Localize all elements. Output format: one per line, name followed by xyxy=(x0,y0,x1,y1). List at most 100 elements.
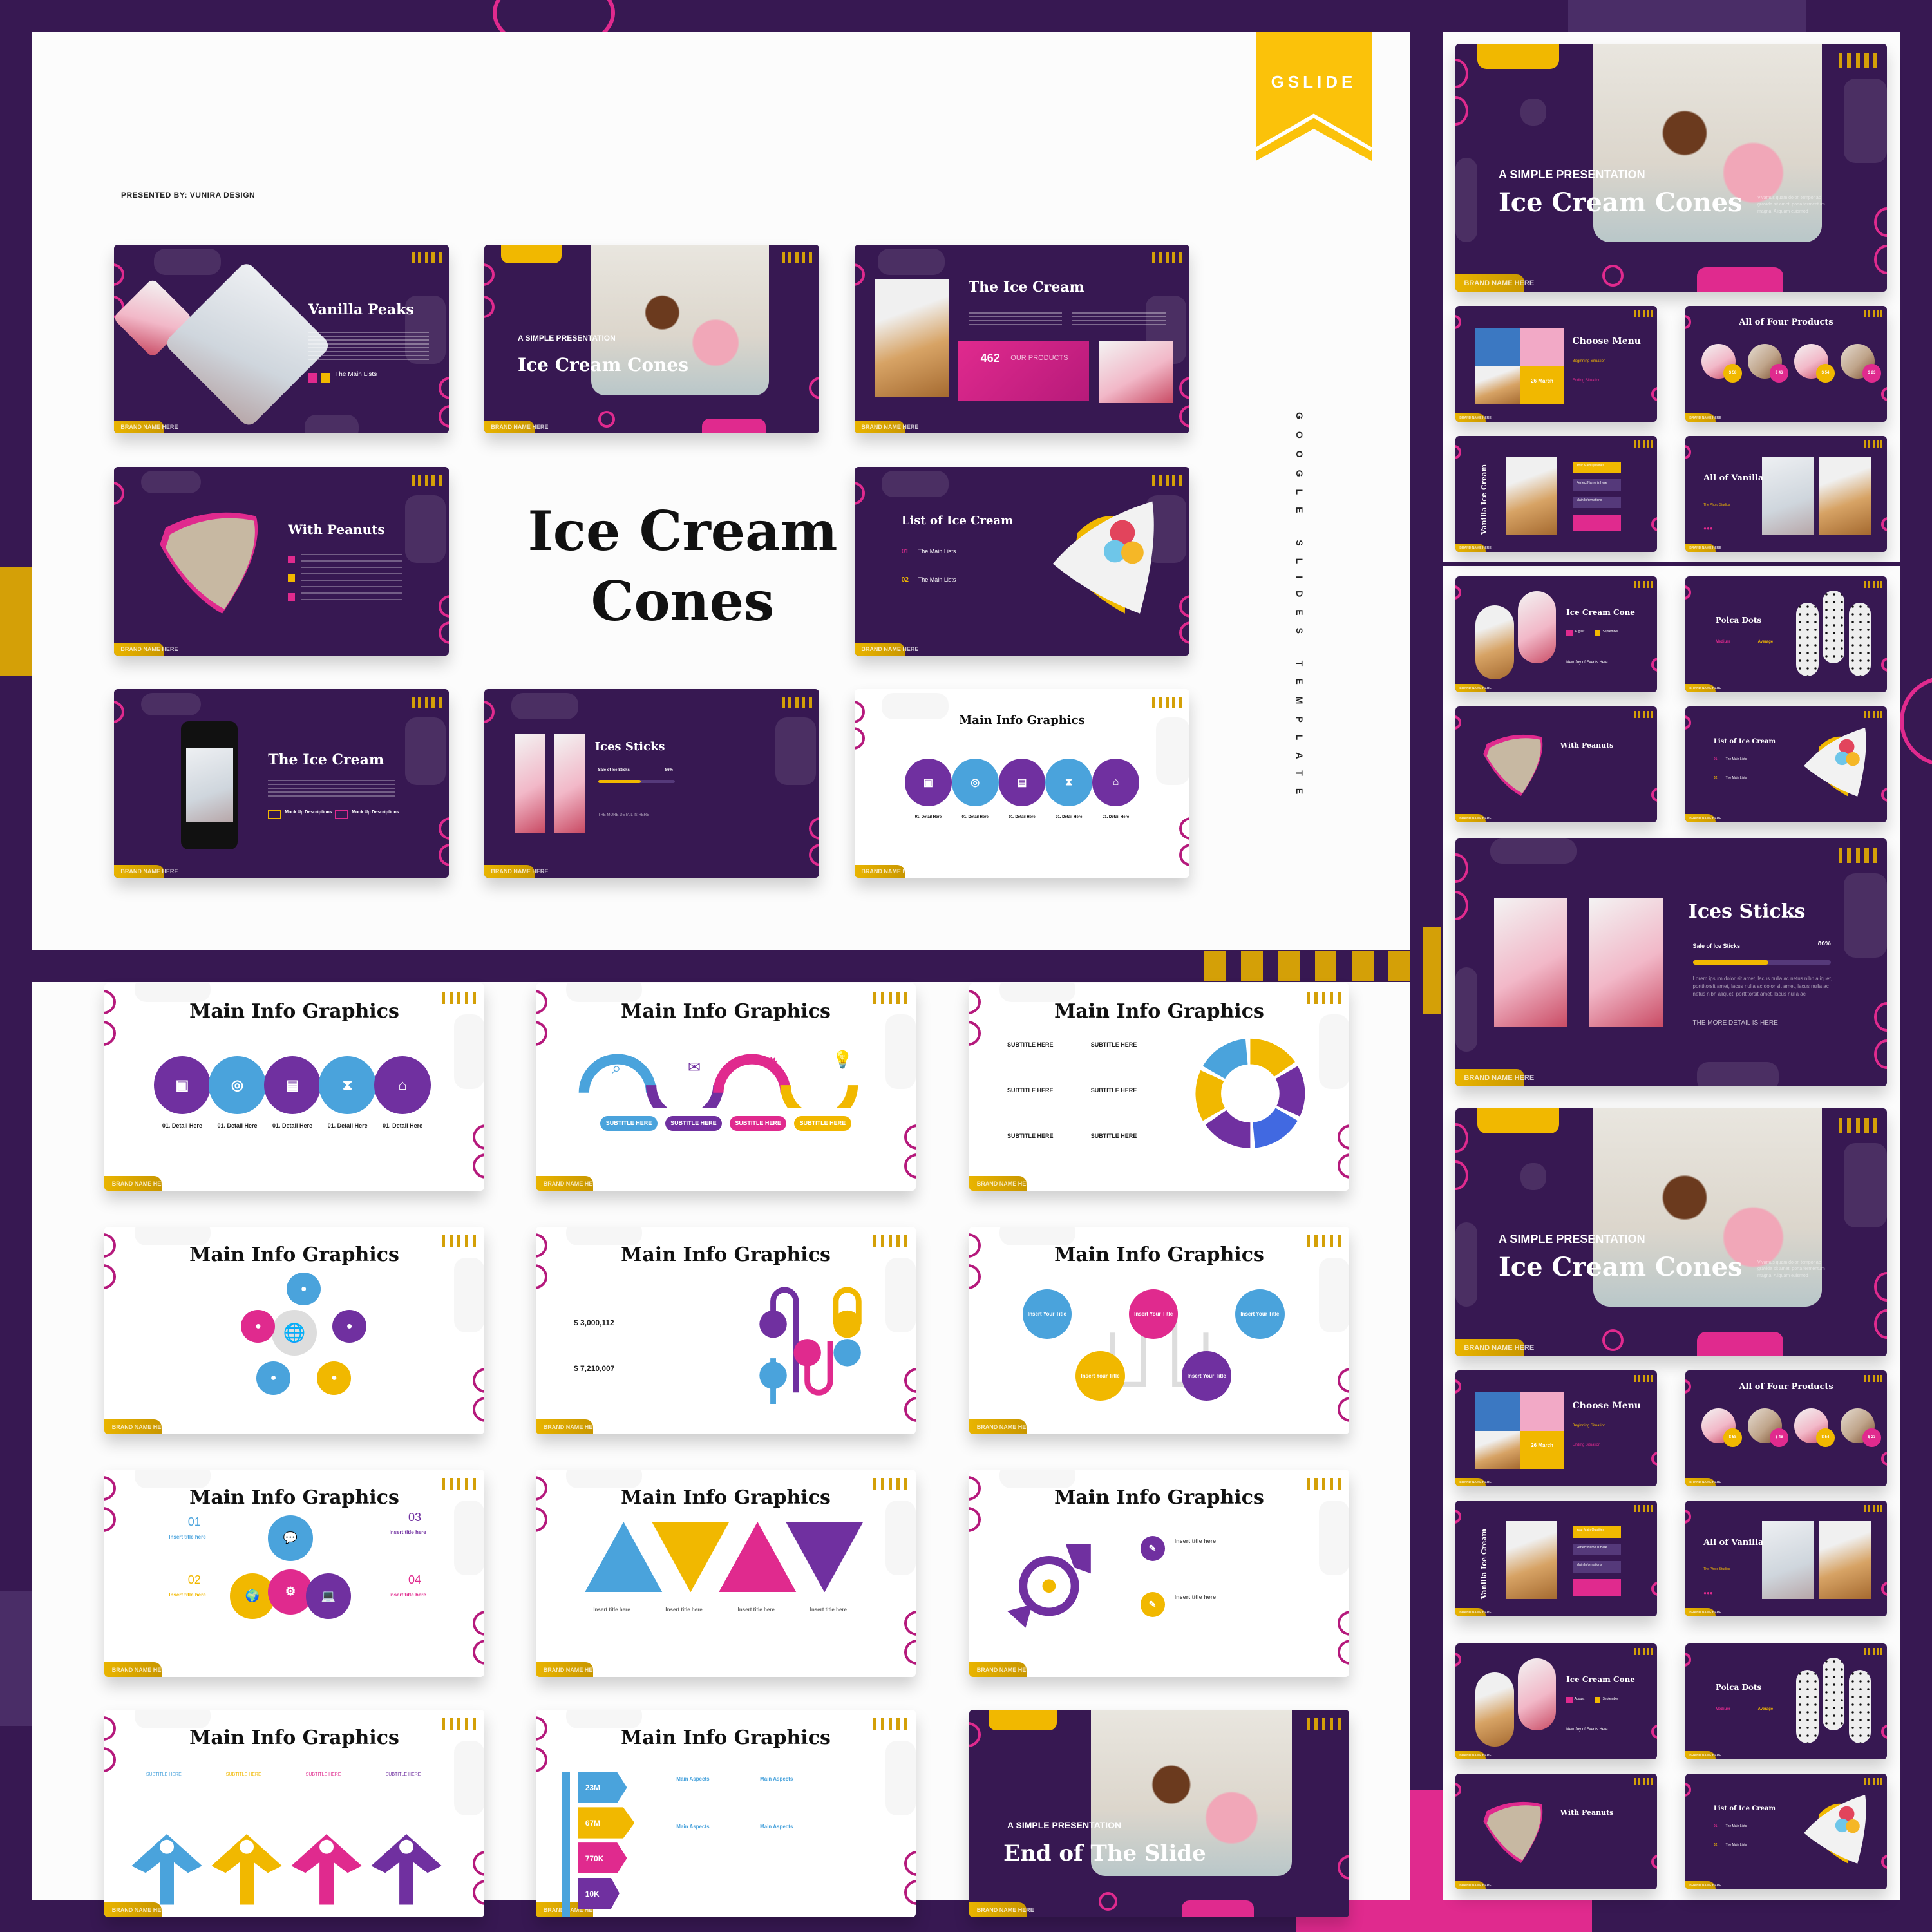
right-slide-list-of-ice-cream[interactable]: List of Ice Cream 01 The Main Lists 02 T… xyxy=(1685,706,1887,822)
right-slide-vanilla-ice-cream[interactable]: Vanilla Ice Cream Your Main Qualities Pe… xyxy=(1455,1501,1657,1616)
slide-ices-sticks-small[interactable]: Ices Sticks Sale of Ice Sticks 86% THE M… xyxy=(484,689,819,878)
right-slide-ice-cream-cone[interactable]: Ice Cream Cone August September New Joy … xyxy=(1455,576,1657,692)
photo-diamond-large xyxy=(164,260,332,429)
option-button[interactable]: Perfect Name is Here xyxy=(1572,478,1621,491)
list-label: The Main Lists xyxy=(1725,1824,1747,1829)
progress-label: Sale of Ice Sticks xyxy=(1692,942,1741,949)
brand-tag: BRAND NAME HERE xyxy=(1455,413,1492,422)
triangle-label: Insert title here xyxy=(593,1606,630,1613)
slide-the-ice-cream-stats[interactable]: The Ice Cream 462 OUR PRODUCTS BRAND NAM… xyxy=(855,245,1189,433)
slide-title: With Peanuts xyxy=(1560,1808,1614,1817)
option-button[interactable]: Your Main Qualities xyxy=(1572,1526,1621,1538)
option-button[interactable]: Perfect Name is Here xyxy=(1572,1543,1621,1555)
slide-main-info-graphics[interactable]: BRAND NAME HERE Main Info Graphics SUBTITL… xyxy=(104,1710,484,1917)
slide-ice-cream-cones[interactable]: A SIMPLE PRESENTATION Ice Cream Cones BR… xyxy=(484,245,819,433)
right-slide-four-products[interactable]: All of Four Products $ 58 $ 46 $ 54 $ 23… xyxy=(1685,1370,1887,1486)
right-slide-polca-dots[interactable]: Polca Dots Medium Average BRAND NAME HER… xyxy=(1685,1643,1887,1759)
photo-cone xyxy=(875,278,949,398)
list-num: 01 xyxy=(901,547,909,555)
subtitle-label: SUBTITLE HERE xyxy=(385,1772,421,1777)
right-slide-with-peanuts[interactable]: With Peanuts BRAND NAME HERE xyxy=(1455,1774,1657,1889)
brand-tag: BRAND NAME HERE xyxy=(536,1419,601,1434)
slide-title: Ice Cream Cone xyxy=(1566,1674,1635,1684)
brand-tag: BRAND NAME HERE xyxy=(1685,1608,1721,1616)
slide-title: All of Four Products xyxy=(1739,1382,1833,1392)
slide-main-info-graphics[interactable]: BRAND NAME HERE Main Info Graphics $ 3,000… xyxy=(536,1227,916,1434)
brand-tag: BRAND NAME HERE xyxy=(104,1419,169,1434)
bg-blob-left xyxy=(0,1591,32,1726)
right-slide-all-of-vanilla[interactable]: All of Vanilla The Photo Studios ●●● BRA… xyxy=(1685,436,1887,552)
slide-title: All of Four Products xyxy=(1739,317,1833,327)
bubble: Insert Your Title xyxy=(1128,1289,1179,1339)
slide-main-info-graphics[interactable]: BRAND NAME HERE Main Info Graphics Insert … xyxy=(969,1227,1349,1434)
slide-list-of-ice-cream[interactable]: List of Ice Cream 01 The Main Lists 02 T… xyxy=(855,467,1189,656)
list-num: 02 xyxy=(901,576,909,583)
right-slide-cover[interactable]: A SIMPLE PRESENTATION Ice Cream Cones Vi… xyxy=(1455,44,1887,292)
legend-label: September xyxy=(1602,629,1618,634)
right-slide-list-of-ice-cream[interactable]: List of Ice Cream 01 The Main Lists 02 T… xyxy=(1685,1774,1887,1889)
triangle-label: Insert title here xyxy=(737,1606,775,1613)
subheading: The Photo Studios xyxy=(1703,503,1730,507)
bubble: Insert Your Title xyxy=(1235,1289,1285,1339)
slide-the-ice-cream-phone[interactable]: The Ice Cream Mock Up Descriptions Mock … xyxy=(114,689,449,878)
legend-label: Mock Up Descriptions xyxy=(285,810,332,815)
slide-main-info-graphics[interactable]: BRAND NAME HERE Main Info Graphics ⌕ ✉ ⚙ … xyxy=(536,983,916,1191)
subtitle-label: SUBTITLE HERE xyxy=(1090,1087,1137,1094)
subtitle-pill: SUBTITLE HERE xyxy=(600,1116,658,1131)
brand-tag: BRAND NAME HERE xyxy=(536,1662,601,1677)
globe-icon: 🌐 xyxy=(271,1309,317,1356)
slide-main-info-graphics[interactable]: BRAND NAME HERE Main Info Graphics 💬 🌍 ⚙ 💻 01 I… xyxy=(104,1470,484,1677)
right-slide-cover[interactable]: A SIMPLE PRESENTATION Ice Cream Cones Vi… xyxy=(1455,1108,1887,1356)
brand-tag: BRAND NAME HERE xyxy=(969,1176,1034,1191)
brand-tag: BRAND NAME HERE xyxy=(114,642,178,656)
brand-tag: BRAND NAME HERE xyxy=(1685,413,1721,422)
photo-ice-stick-1 xyxy=(514,734,545,833)
list-num: 02 xyxy=(1713,1843,1718,1847)
right-slide-vanilla-ice-cream[interactable]: Vanilla Ice Cream Your Main Qualities Pe… xyxy=(1455,436,1657,552)
right-slide-all-of-vanilla[interactable]: All of Vanilla The Photo Studios ●●● BRA… xyxy=(1685,1501,1887,1616)
slide-title: Ices Sticks xyxy=(1688,900,1806,923)
option-button[interactable]: Main Informations xyxy=(1572,1560,1621,1573)
aspect-label: Main Aspects xyxy=(676,1824,710,1830)
slide-end-of-slide[interactable]: A SIMPLE PRESENTATION End of The Slide B… xyxy=(969,1710,1349,1917)
option-button[interactable]: Main Informations xyxy=(1572,496,1621,508)
slide-main-info-graphics[interactable]: BRAND NAME HERE Main Info Graphics Insert… xyxy=(536,1470,916,1677)
subtitle-label: SUBTITLE HERE xyxy=(1090,1041,1137,1048)
right-slide-ice-cream-cone[interactable]: Ice Cream Cone August September New Joy … xyxy=(1455,1643,1657,1759)
slide-with-peanuts[interactable]: With Peanuts BRAND NAME HERE xyxy=(114,467,449,656)
brand-tag: BRAND NAME HERE xyxy=(536,1176,601,1191)
slide-main-info-graphics[interactable]: BRAND NAME HERE Main Info Graphics SUBTITL… xyxy=(969,983,1349,1191)
deco-bars xyxy=(1151,474,1182,486)
slide-title: With Peanuts xyxy=(1560,741,1614,750)
bg-pink-block-right xyxy=(1410,1790,1443,1868)
detail-label: 01. Detail Here xyxy=(1009,815,1036,820)
deco-bars xyxy=(1864,310,1883,317)
slide-main-info-circles-small[interactable]: Main Info Graphics ▣ ◎ ▤ ⧗ ⌂ 01. Detail … xyxy=(855,689,1189,878)
right-slide-choose-menu[interactable]: 26 March Choose Menu Beginning Situation… xyxy=(1455,306,1657,422)
arrow-up-icon xyxy=(211,1834,282,1905)
aspect-label: Main Aspects xyxy=(676,1776,710,1783)
deco-bars xyxy=(411,474,442,486)
detail-label: 01. Detail Here xyxy=(1102,815,1130,820)
right-slide-ices-sticks[interactable]: Ices Sticks Sale of Ice Sticks 86% Lorem… xyxy=(1455,838,1887,1086)
right-slide-choose-menu[interactable]: 26 March Choose Menu Beginning Situation… xyxy=(1455,1370,1657,1486)
bg-ring-right xyxy=(1900,676,1932,766)
list-label: The Main Lists xyxy=(335,371,377,379)
cover-blurb: Vivamus quam dolor, tempor ac gravida si… xyxy=(1757,1260,1825,1278)
slide-main-info-graphics[interactable]: BRAND NAME HERE Main Info Graphics 23M 67M 7… xyxy=(536,1710,916,1917)
brand-tag: BRAND NAME HERE xyxy=(1455,274,1534,292)
slide-main-info-graphics[interactable]: BRAND NAME HERE Main Info Graphics ▣ 01. D… xyxy=(104,983,484,1191)
slide-main-info-graphics[interactable]: BRAND NAME HERE Main Info Graphics ✎ Inser… xyxy=(969,1470,1349,1677)
step-num: 03 xyxy=(408,1511,422,1524)
slide-main-info-graphics[interactable]: BRAND NAME HERE Main Info Graphics 🌐 ● ● ● ● ● xyxy=(104,1227,484,1434)
brand-tag: BRAND NAME HERE xyxy=(1685,684,1721,692)
value-arrow: 10K xyxy=(577,1877,620,1909)
right-slide-four-products[interactable]: All of Four Products $ 58 $ 46 $ 54 $ 23… xyxy=(1685,306,1887,422)
right-slide-polca-dots[interactable]: Polca Dots Medium Average BRAND NAME HER… xyxy=(1685,576,1887,692)
detail-label: 01. Detail Here xyxy=(217,1122,258,1129)
brand-tag: BRAND NAME HERE xyxy=(104,1662,169,1677)
option-button[interactable]: Your Main Qualities xyxy=(1572,461,1621,473)
list-label: The Main Lists xyxy=(918,576,956,583)
slide-vanilla-peaks[interactable]: Vanilla Peaks The Main Lists BRAND NAME … xyxy=(114,245,449,433)
right-slide-with-peanuts[interactable]: With Peanuts BRAND NAME HERE xyxy=(1455,706,1657,822)
